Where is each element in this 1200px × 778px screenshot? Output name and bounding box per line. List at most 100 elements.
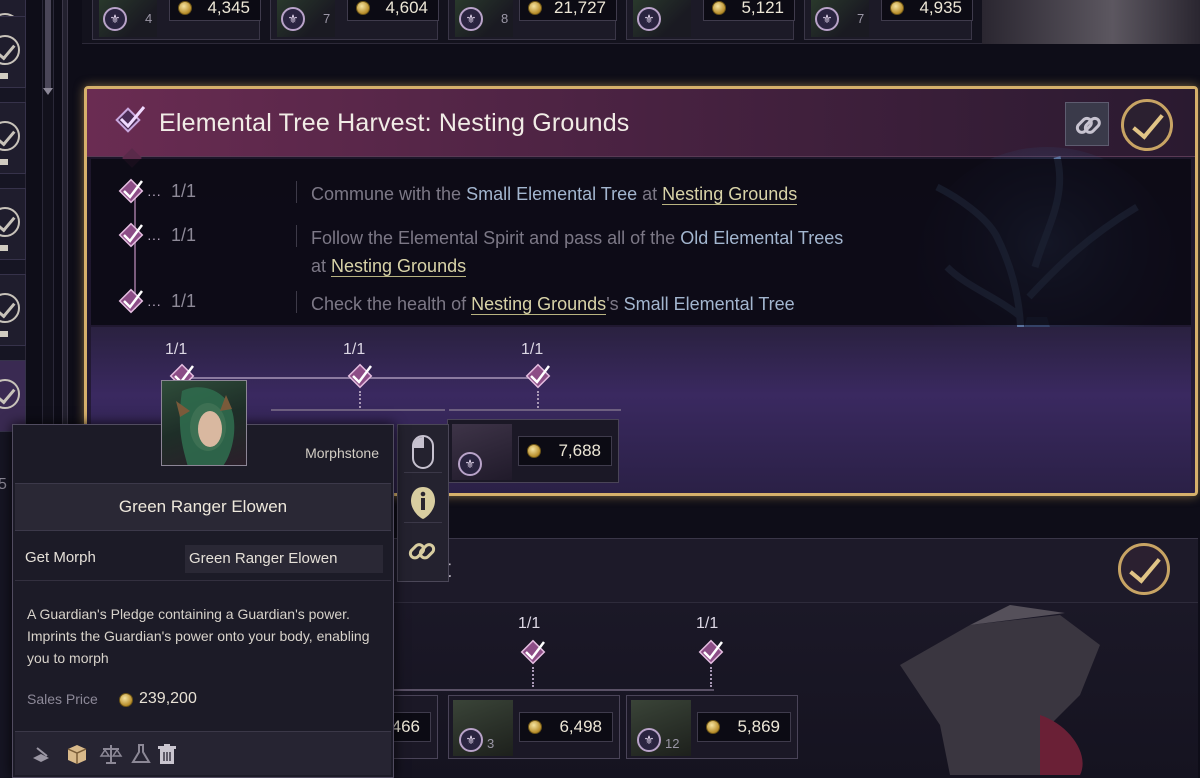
quest-completed-check-button[interactable] [1118,543,1170,595]
boss-portrait-art [982,0,1200,44]
rail-quest-slot[interactable] [0,102,26,174]
rail-quest-slot-active[interactable] [0,360,26,432]
info-button[interactable] [404,481,442,523]
share-link-button[interactable] [1065,102,1109,146]
coin-icon [528,720,542,734]
link-item-button[interactable] [404,531,442,573]
coin-value-box: 4,935 [881,0,973,21]
progress-node-icon [347,363,373,389]
objective-check-icon [118,178,144,204]
quest-completed-check-button[interactable] [1121,99,1173,151]
rank-badge-icon: ⚜ [459,728,483,752]
previous-quest-rewards: ⚜ 4 4,345 ⚜ 7 4,604 ⚜ 8 21,727 ⚜ 5,121 ⚜… [82,0,1200,44]
rail-partial-label: 5 [0,476,7,493]
coin-icon [706,720,720,734]
coin-icon [119,693,133,707]
location-link[interactable]: Nesting Grounds [331,256,467,277]
objective-row: ··· 1/1 Commune with the Small Elemental… [91,171,1191,211]
coin-icon [527,444,541,458]
coin-value: 5,121 [741,0,784,17]
trash-icon [158,744,176,764]
progress-node-icon [525,363,551,389]
coin-value-box: 7,688 [518,436,612,466]
rank-badge-icon: ⚜ [637,728,661,752]
mouse-action-button[interactable] [404,431,442,473]
rank-badge-icon: ⚜ [459,7,483,31]
morph-portrait [161,380,247,466]
rail-quest-slot[interactable] [0,274,26,346]
reward-item[interactable]: ⚜ 12 5,869 [626,695,798,759]
sales-price-label: Sales Price [27,691,98,707]
morph-label: Get Morph [25,549,96,566]
check-icon [0,293,20,323]
coin-value-box: 21,727 [519,0,617,21]
objective-text: Commune with the Small Elemental Tree at… [311,184,798,205]
morph-value: Green Ranger Elowen [185,545,383,573]
objective-check-icon [118,222,144,248]
npc-link[interactable]: Old Elemental Trees [680,228,843,248]
portrait-art [176,387,235,465]
item-name: Green Ranger Elowen [118,497,288,516]
item-tooltip: Morphstone Green Ranger Elowen Get Morph… [12,380,394,778]
rail-quest-slot[interactable] [0,188,26,260]
item-name-bar: Green Ranger Elowen [15,483,391,531]
progress-node-icon [520,639,546,665]
quest-title: Elemental Tree Harvest: Nesting Grounds [159,109,630,137]
mouse-icon [412,435,434,469]
book-quill-icon [33,747,49,762]
reward-item[interactable]: ⚜ 7,688 [447,419,619,483]
coin-value: 21,727 [554,0,606,17]
flask-icon [131,744,151,763]
reward-qty: 8 [501,11,509,26]
morph-row: Get Morph Green Ranger Elowen [15,537,391,581]
coin-icon [356,1,370,15]
scroll-down-arrow-icon[interactable] [43,88,53,98]
item-property-icons [15,731,391,775]
quest-complete-icon [115,106,146,133]
npc-link[interactable]: Small Elemental Tree [624,294,795,314]
rank-badge-icon: ⚜ [281,7,305,31]
progress-count: 1/1 [696,615,719,632]
coin-icon [890,1,904,15]
check-icon [0,121,20,151]
objective-count: 1/1 [171,291,197,311]
sales-price-value: 239,200 [139,690,197,707]
coin-icon [178,1,192,15]
objective-row: ··· 1/1 Check the health of Nesting Grou… [91,281,1191,321]
reward-item[interactable]: ⚜ 7 4,935 [804,0,973,40]
coin-value-box: 4,604 [347,0,439,21]
scrollbar-thumb[interactable] [45,0,51,90]
objective-check-icon [118,288,144,314]
progress-count: 1/1 [165,341,188,358]
check-icon [0,207,20,237]
check-icon [0,35,20,65]
reward-item[interactable]: ⚜ 4 4,345 [92,0,261,40]
reward-item[interactable]: ⚜ 7 4,604 [270,0,439,40]
coin-value: 4,345 [207,0,250,17]
location-link[interactable]: Nesting Grounds [471,294,607,315]
coin-icon [528,1,542,15]
objective-count: 1/1 [171,181,197,201]
objective-row: ··· 1/1 Follow the Elemental Spirit and … [91,215,1191,277]
rank-badge-icon: ⚜ [637,7,661,31]
link-icon [1075,116,1101,134]
reward-qty: 4 [145,11,153,26]
coin-value: 5,869 [737,717,780,736]
reward-item[interactable]: ⚜ 8 21,727 [448,0,617,40]
coin-value-box: 5,869 [697,712,791,742]
reward-item[interactable]: ⚜ 3 6,498 [448,695,620,759]
rank-badge-icon: ⚜ [815,7,839,31]
reward-item[interactable]: ⚜ 5,121 [626,0,795,40]
progress-count: 1/1 [518,615,541,632]
scales-icon [99,745,123,764]
coin-value: 6,498 [559,717,602,736]
check-icon [0,379,20,409]
progress-count: 1/1 [521,341,544,358]
location-link[interactable]: Nesting Grounds [662,184,798,205]
objective-count: 1/1 [171,225,197,245]
link-icon [408,543,436,560]
rail-quest-slot[interactable] [0,16,26,88]
coin-value-box: 6,498 [519,712,613,742]
coin-value: 7,688 [558,441,601,460]
npc-link[interactable]: Small Elemental Tree [466,184,637,204]
